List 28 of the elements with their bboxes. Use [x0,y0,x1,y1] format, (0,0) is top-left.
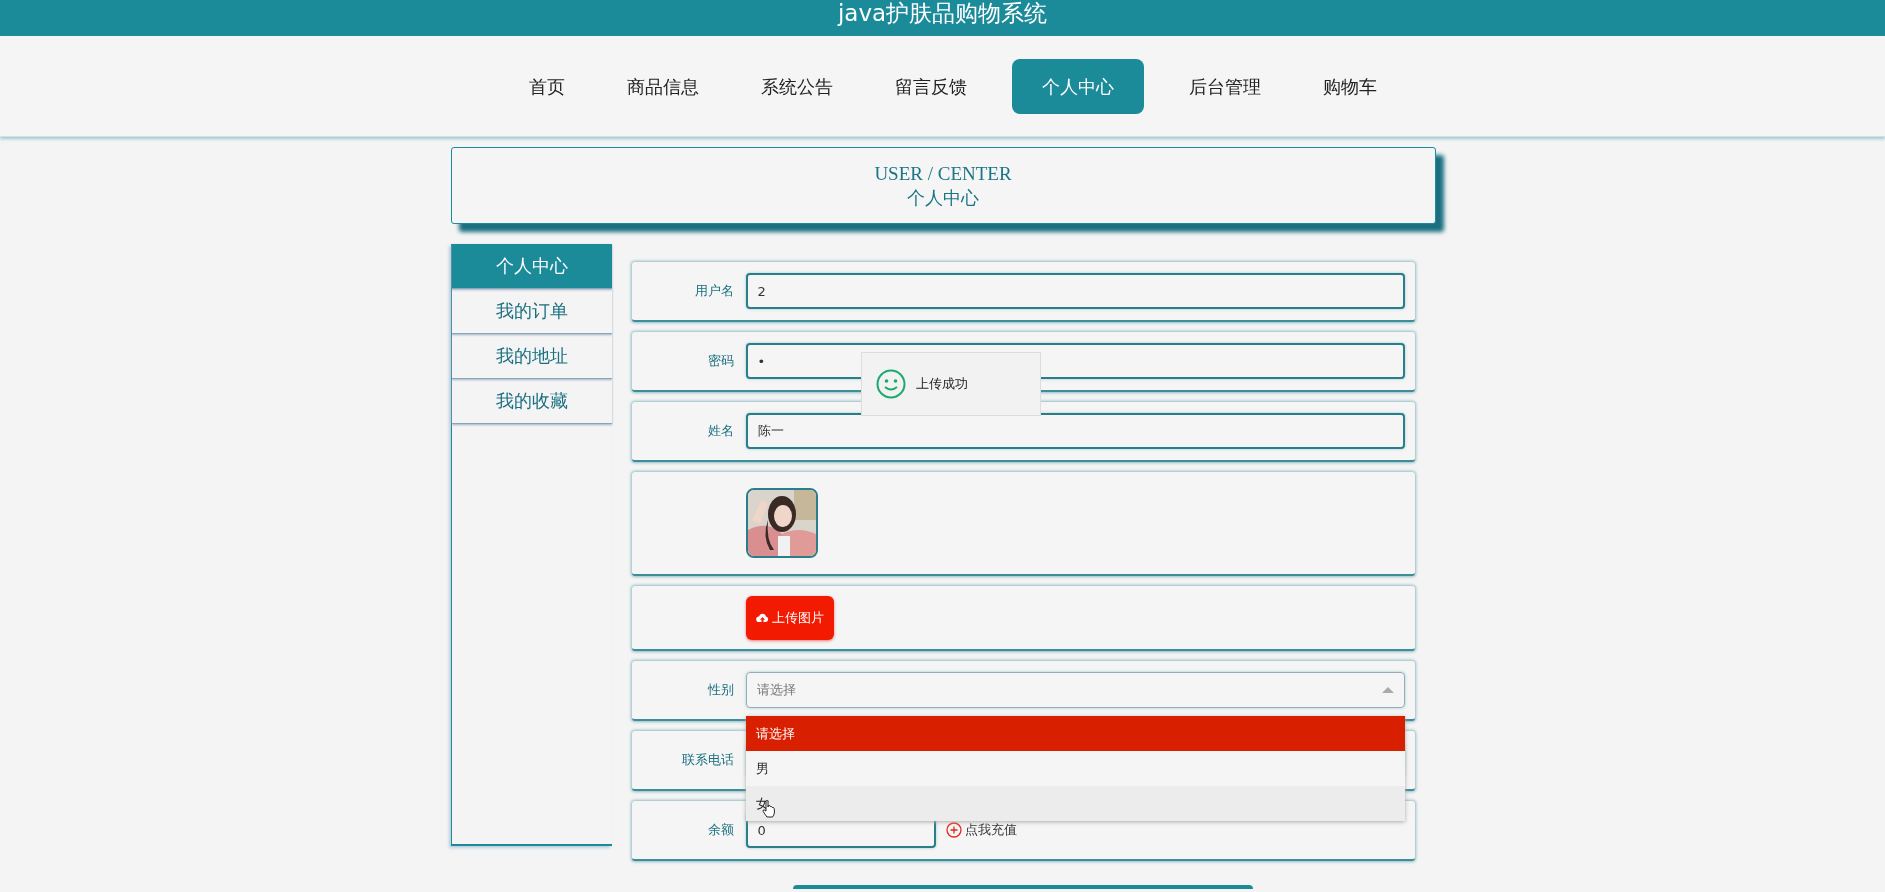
field-label: 联系电话 [680,751,735,769]
page-title: 个人中心 [907,186,979,210]
sidebar-item[interactable]: 我的地址 [451,334,612,379]
dropdown-option[interactable]: 请选择 [745,716,1405,751]
upload-button[interactable]: 上传图片 [745,595,834,640]
nav-link[interactable]: 后台管理 [1171,58,1278,114]
dropdown-option[interactable]: 男 [745,751,1405,786]
site-title: java护肤品购物系统 [837,0,1048,27]
sidebar-item[interactable]: 我的订单 [451,289,612,334]
field-label: 性别 [706,681,735,699]
recharge-link[interactable]: 点我充值 [945,821,1017,839]
field-label: 用户名 [693,282,735,300]
nav-link[interactable]: 商品信息 [609,58,716,114]
sidebar-item[interactable]: 个人中心 [451,244,612,289]
nav-link[interactable]: 首页 [511,58,582,114]
select-field[interactable]: 请选择 [745,672,1405,708]
dropdown-option[interactable]: 女 [745,786,1405,821]
nav-link[interactable]: 系统公告 [743,58,850,114]
input-field[interactable]: 2 [745,273,1405,309]
input-field[interactable]: 陈一 [745,413,1405,449]
page-title-english: USER / CENTER [874,161,1012,186]
nav-link[interactable]: 个人中心 [1011,58,1144,114]
field-label: 余额 [706,821,735,839]
sidebar-item[interactable]: 我的收藏 [451,379,612,424]
field-label: 密码 [706,352,735,370]
field-label: 姓名 [706,422,735,440]
nav-link[interactable]: 购物车 [1305,58,1394,114]
nav-link[interactable]: 留言反馈 [877,58,984,114]
